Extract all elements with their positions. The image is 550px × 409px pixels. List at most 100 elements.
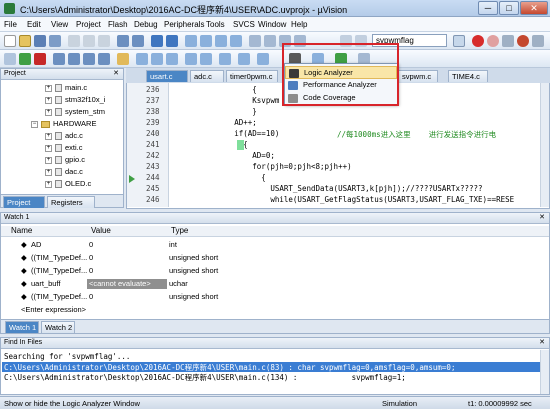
tab-project[interactable]: Project bbox=[3, 196, 45, 208]
step-out-icon[interactable] bbox=[83, 53, 95, 65]
serial-window-icon[interactable] bbox=[257, 53, 269, 65]
watch-row[interactable]: ◆ AD 0 int bbox=[1, 240, 549, 250]
undo-icon[interactable] bbox=[117, 35, 129, 47]
registers-window-icon[interactable] bbox=[185, 53, 197, 65]
expand-icon[interactable]: + bbox=[45, 168, 52, 176]
watch-name[interactable]: <Enter expression> bbox=[21, 305, 86, 315]
run-icon[interactable] bbox=[19, 53, 31, 65]
expand-icon[interactable]: + bbox=[45, 108, 52, 116]
command-window-icon[interactable] bbox=[136, 53, 148, 65]
tree-item-stm32f10x[interactable]: + stm32f10x_i bbox=[45, 95, 105, 105]
column-header-value[interactable]: Value bbox=[91, 226, 111, 236]
watch-window-icon[interactable] bbox=[219, 53, 231, 65]
collapse-icon[interactable]: − bbox=[31, 120, 38, 128]
symbols-window-icon[interactable] bbox=[166, 53, 178, 65]
tree-item-system-stm[interactable]: + system_stm bbox=[45, 107, 105, 117]
watch-enter-expression[interactable]: <Enter expression> bbox=[1, 305, 549, 315]
debug-session-icon[interactable] bbox=[472, 35, 484, 47]
menu-edit[interactable]: Edit bbox=[27, 20, 41, 29]
redo-icon[interactable] bbox=[132, 35, 144, 47]
expand-icon[interactable]: + bbox=[45, 84, 52, 92]
column-header-type[interactable]: Type bbox=[171, 226, 188, 236]
menu-peripherals[interactable]: Peripherals bbox=[164, 20, 204, 29]
prev-bookmark-icon[interactable] bbox=[200, 35, 212, 47]
expand-icon[interactable]: + bbox=[45, 96, 52, 104]
watch-row[interactable]: ◆ uart_buff <cannot evaluate> uchar bbox=[1, 279, 549, 289]
tree-item-oled-c[interactable]: + OLED.c bbox=[45, 179, 91, 189]
next-bookmark-icon[interactable] bbox=[215, 35, 227, 47]
tab-time4-c[interactable]: TIME4.c bbox=[448, 70, 488, 82]
watch-value[interactable]: 0 bbox=[89, 266, 93, 276]
find-result-line[interactable]: C:\Users\Administrator\Desktop\2016AC-DC… bbox=[4, 372, 406, 383]
menu-window[interactable]: Window bbox=[258, 20, 286, 29]
call-stack-icon[interactable] bbox=[200, 53, 212, 65]
watch-row[interactable]: ◆ ((TIM_TypeDef... 0 unsigned short bbox=[1, 266, 549, 276]
watch-value[interactable]: <cannot evaluate> bbox=[87, 279, 167, 289]
tab-registers[interactable]: Registers bbox=[47, 196, 95, 208]
tree-item-adc-c[interactable]: + adc.c bbox=[45, 131, 83, 141]
copy-icon[interactable] bbox=[83, 35, 95, 47]
clear-bookmarks-icon[interactable] bbox=[230, 35, 242, 47]
step-over-icon[interactable] bbox=[68, 53, 80, 65]
maximize-button[interactable]: □ bbox=[499, 1, 519, 15]
kill-breakpoints-icon[interactable] bbox=[517, 35, 529, 47]
new-file-icon[interactable] bbox=[4, 35, 16, 47]
search-icon[interactable] bbox=[453, 35, 465, 47]
unindent-icon[interactable] bbox=[264, 35, 276, 47]
save-all-icon[interactable] bbox=[49, 35, 61, 47]
watch-panel-close-icon[interactable]: ✕ bbox=[539, 213, 545, 223]
run-to-cursor-icon[interactable] bbox=[98, 53, 110, 65]
tree-item-gpio-c[interactable]: + gpio.c bbox=[45, 155, 85, 165]
menu-project[interactable]: Project bbox=[76, 20, 101, 29]
tab-watch-1[interactable]: Watch 1 bbox=[5, 321, 39, 333]
close-button[interactable]: ✕ bbox=[520, 1, 548, 15]
minimize-button[interactable]: ─ bbox=[478, 1, 498, 15]
tab-svpwm-c[interactable]: svpwm.c bbox=[398, 70, 438, 82]
cut-icon[interactable] bbox=[68, 35, 80, 47]
watch-row[interactable]: ◆ ((TIM_TypeDef... 0 unsigned short bbox=[1, 253, 549, 263]
watch-value[interactable]: 0 bbox=[89, 253, 93, 263]
indent-icon[interactable] bbox=[249, 35, 261, 47]
menu-file[interactable]: File bbox=[4, 20, 17, 29]
tab-timer0pwm-c[interactable]: timer0pwm.c bbox=[226, 70, 278, 82]
editor-scrollbar[interactable] bbox=[540, 83, 549, 207]
disassembly-window-icon[interactable] bbox=[151, 53, 163, 65]
expand-icon[interactable]: + bbox=[45, 132, 52, 140]
watch-value[interactable]: 0 bbox=[89, 292, 93, 302]
watch-value[interactable]: 0 bbox=[89, 240, 93, 250]
menu-svcs[interactable]: SVCS bbox=[233, 20, 255, 29]
menu-tools[interactable]: Tools bbox=[206, 20, 225, 29]
tree-item-main-c[interactable]: + main.c bbox=[45, 83, 87, 93]
stop-icon[interactable] bbox=[34, 53, 46, 65]
expand-icon[interactable]: + bbox=[45, 156, 52, 164]
tree-item-dac-c[interactable]: + dac.c bbox=[45, 167, 83, 177]
paste-icon[interactable] bbox=[98, 35, 110, 47]
menu-help[interactable]: Help bbox=[291, 20, 307, 29]
find-panel-close-icon[interactable]: ✕ bbox=[539, 338, 545, 348]
tab-adc-c[interactable]: adc.c bbox=[190, 70, 224, 82]
tree-item-exti-c[interactable]: + exti.c bbox=[45, 143, 83, 153]
breakpoint-icon[interactable] bbox=[487, 35, 499, 47]
menu-debug[interactable]: Debug bbox=[134, 20, 158, 29]
bookmark-icon[interactable] bbox=[185, 35, 197, 47]
project-panel-close-icon[interactable]: ✕ bbox=[113, 69, 119, 79]
menu-view[interactable]: View bbox=[51, 20, 68, 29]
disable-breakpoint-icon[interactable] bbox=[502, 35, 514, 47]
nav-back-icon[interactable] bbox=[151, 35, 163, 47]
nav-forward-icon[interactable] bbox=[166, 35, 178, 47]
column-header-name[interactable]: Name bbox=[11, 226, 32, 236]
menu-flash[interactable]: Flash bbox=[108, 20, 128, 29]
show-next-statement-icon[interactable] bbox=[117, 53, 129, 65]
step-into-icon[interactable] bbox=[53, 53, 65, 65]
reset-icon[interactable] bbox=[4, 53, 16, 65]
expand-icon[interactable]: + bbox=[45, 180, 52, 188]
config-icon[interactable] bbox=[532, 35, 544, 47]
expand-icon[interactable]: + bbox=[45, 144, 52, 152]
tab-watch-2[interactable]: Watch 2 bbox=[41, 321, 75, 333]
memory-window-icon[interactable] bbox=[238, 53, 250, 65]
tree-folder-hardware[interactable]: − HARDWARE bbox=[31, 119, 96, 128]
watch-row[interactable]: ◆ ((TIM_TypeDef... 0 unsigned short bbox=[1, 292, 549, 302]
tab-usart-c[interactable]: usart.c bbox=[146, 70, 188, 82]
find-scrollbar[interactable] bbox=[540, 350, 549, 394]
save-icon[interactable] bbox=[34, 35, 46, 47]
